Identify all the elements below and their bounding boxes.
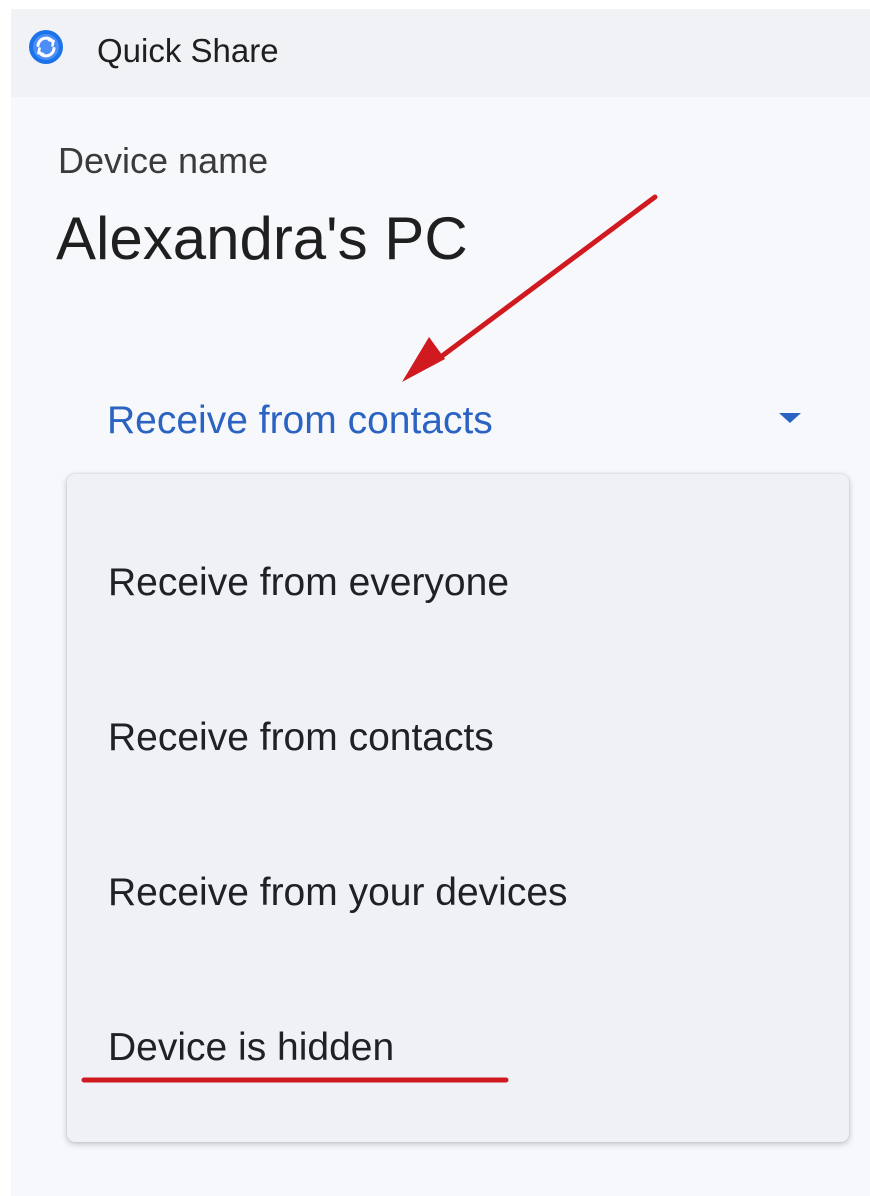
menu-item-label: Device is hidden xyxy=(108,1026,395,1069)
title-bar: Quick Share xyxy=(11,9,870,97)
menu-item-label: Receive from everyone xyxy=(108,561,510,604)
visibility-menu: Receive from everyone Receive from conta… xyxy=(67,474,849,1142)
menu-item-label: Receive from contacts xyxy=(108,716,494,759)
menu-item-receive-from-contacts[interactable]: Receive from contacts xyxy=(67,674,849,804)
device-name-label: Device name xyxy=(58,140,269,181)
menu-item-receive-from-everyone[interactable]: Receive from everyone xyxy=(67,519,849,649)
app-title: Quick Share xyxy=(97,32,279,69)
device-name-value: Alexandra's PC xyxy=(56,205,468,272)
menu-item-device-is-hidden[interactable]: Device is hidden xyxy=(67,984,849,1114)
quick-share-icon xyxy=(29,30,63,64)
quick-share-window: Quick Share Device name Alexandra's PC R… xyxy=(11,9,870,1196)
visibility-dropdown[interactable]: Receive from contacts xyxy=(81,389,821,459)
menu-item-receive-from-your-devices[interactable]: Receive from your devices xyxy=(67,829,849,959)
menu-item-label: Receive from your devices xyxy=(108,871,568,914)
caret-down-icon xyxy=(779,413,801,423)
visibility-dropdown-value: Receive from contacts xyxy=(107,399,493,442)
